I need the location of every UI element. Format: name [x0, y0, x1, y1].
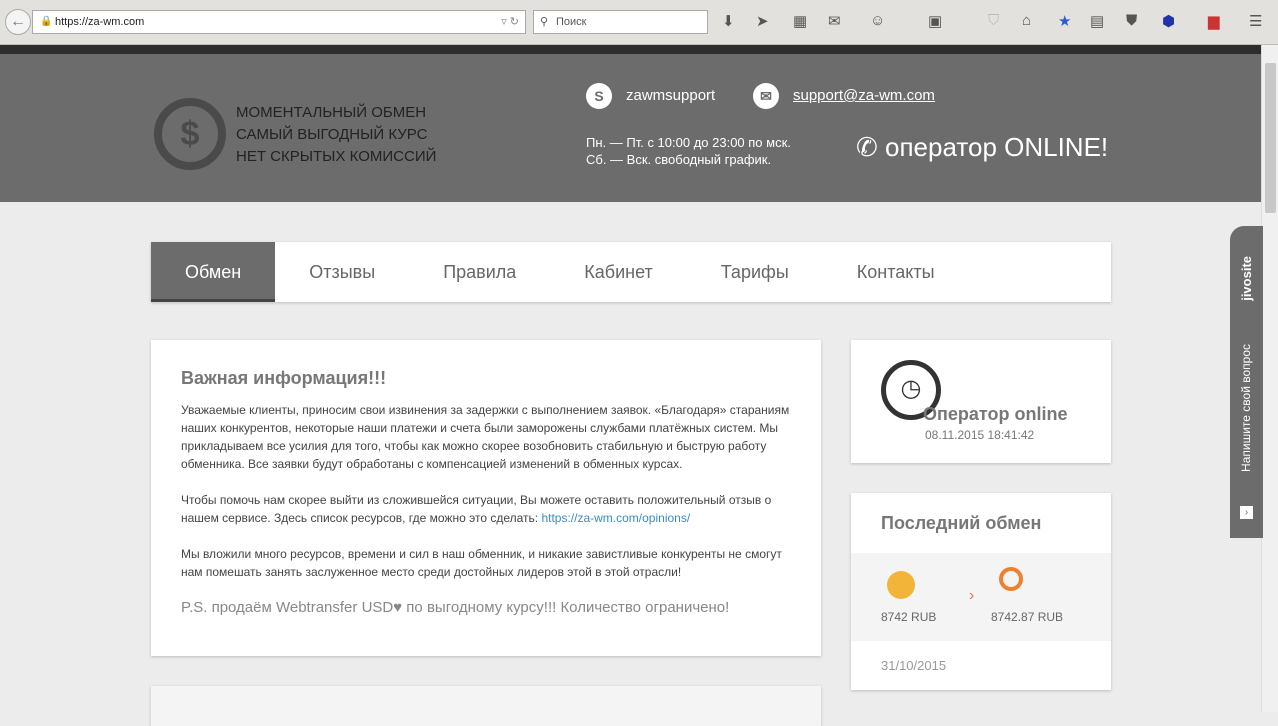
last-exchange-title: Последний обмен [881, 513, 1042, 533]
hours-weekend: Сб. — Вск. свободный график. [586, 152, 772, 167]
exchange-to-amount: 8742.87 RUB [991, 610, 1064, 624]
send-icon[interactable]: ➤ [756, 12, 769, 30]
jivosite-chat-widget[interactable]: jivosite Напишите свой вопрос › [1230, 226, 1263, 538]
tab-contacts[interactable]: Контакты [823, 242, 969, 302]
operator-text: оператор ONLINE! [885, 132, 1109, 162]
operator-time: 08.11.2015 18:41:42 [925, 428, 1035, 442]
info-paragraph: Уважаемые клиенты, приносим свои извинен… [181, 403, 790, 471]
lock-icon: 🔒 [40, 16, 53, 27]
exchange-date: 31/10/2015 [881, 658, 947, 673]
home-icon[interactable]: ⌂ [1022, 12, 1031, 29]
operator-card: ◷ Оператор online 08.11.2015 18:41:42 [851, 340, 1111, 463]
browser-toolbar: ← 🔒 https://za-wm.com ▿ ↻ ⚲ Поиск ⬇ ➤ ▦ ✉ ☺… [0, 0, 1278, 45]
bookmark-star-icon[interactable]: ★ [1058, 12, 1071, 30]
info-ps: P.S. продаём Webtransfer USD♥ по выгодно… [181, 599, 730, 616]
exchange-from-amount: 8742 RUB [881, 610, 937, 624]
working-hours: Пн. — Пт. с 10:00 до 23:00 по мск. Сб. —… [586, 134, 791, 168]
mail-icon: ✉ [753, 83, 779, 109]
adblock-icon[interactable]: ⬢ [1162, 12, 1175, 30]
last-exchange-card: Последний обмен 8742 RUB › 8742.87 RUB 3… [851, 493, 1111, 690]
shield-icon[interactable]: ⛉ [988, 12, 999, 29]
important-info-card: Важная информация!!! Уважаемые клиенты, … [151, 340, 821, 656]
scrollbar-thumb[interactable] [1265, 63, 1276, 213]
skype-handle[interactable]: zawmsupport [626, 87, 715, 104]
hours-weekdays: Пн. — Пт. с 10:00 до 23:00 по мск. [586, 135, 791, 150]
arrow-right-icon: › [969, 587, 975, 604]
back-button[interactable]: ← [5, 9, 31, 35]
phone-icon: ✆ [856, 132, 886, 162]
chat-icon: › [1240, 506, 1253, 519]
seo-icon[interactable]: ▣ [928, 12, 942, 30]
search-placeholder: Поиск [556, 16, 587, 28]
tab-cabinet[interactable]: Кабинет [550, 242, 686, 302]
search-icon: ⚲ [540, 16, 549, 28]
download-icon[interactable]: ⬇ [722, 12, 735, 30]
info-title: Важная информация!!! [181, 368, 387, 388]
opinions-link[interactable]: https://za-wm.com/opinions/ [541, 511, 690, 525]
top-strip [0, 45, 1261, 54]
skype-icon: S [586, 83, 612, 109]
clipboard-icon[interactable]: ▤ [1090, 12, 1104, 30]
site-header: $ МОМЕНТАЛЬНЫЙ ОБМЕН САМЫЙ ВЫГОДНЫЙ КУРС… [0, 54, 1261, 202]
tab-exchange[interactable]: Обмен [151, 242, 276, 302]
reload-icon[interactable]: ▿ ↻ [501, 11, 519, 33]
slogan: САМЫЙ ВЫГОДНЫЙ КУРС [236, 126, 428, 143]
operator-status-label: Оператор online [923, 404, 1068, 424]
info-paragraph: Мы вложили много ресурсов, времени и сил… [181, 547, 782, 579]
tab-tariffs[interactable]: Тарифы [687, 242, 823, 302]
extension-icon[interactable]: ▦ [793, 12, 807, 30]
slogan: МОМЕНТАЛЬНЫЙ ОБМЕН [236, 104, 427, 121]
url-text: https://za-wm.com [55, 16, 145, 28]
address-bar[interactable]: 🔒 https://za-wm.com ▿ ↻ [32, 10, 526, 34]
exchange-card [151, 686, 821, 726]
search-input[interactable]: ⚲ Поиск [533, 10, 708, 34]
main-nav: Обмен Отзывы Правила Кабинет Тарифы Конт… [151, 242, 1111, 302]
face-icon[interactable]: ☺ [870, 12, 885, 29]
logo-icon[interactable]: $ [154, 98, 226, 170]
slogan: НЕТ СКРЫТЫХ КОМИССИЙ [236, 148, 437, 165]
menu-icon[interactable]: ☰ [1249, 12, 1262, 30]
slogans: МОМЕНТАЛЬНЫЙ ОБМЕН САМЫЙ ВЫГОДНЫЙ КУРС Н… [236, 102, 436, 168]
qiwi-icon [999, 567, 1023, 591]
jivosite-logo: jivosite [1239, 256, 1254, 301]
webtransfer-icon [887, 571, 915, 599]
mail-icon[interactable]: ✉ [828, 12, 841, 30]
tab-reviews[interactable]: Отзывы [275, 242, 409, 302]
info-paragraph: Чтобы помочь нам скорее выйти из сложивш… [181, 491, 791, 527]
operator-status: ✆ оператор ONLINE! [856, 132, 1108, 163]
jivosite-cta[interactable]: Напишите свой вопрос [1239, 344, 1253, 472]
tab-rules[interactable]: Правила [409, 242, 550, 302]
flag-icon[interactable]: ▆ [1208, 12, 1220, 30]
scrollbar[interactable] [1261, 45, 1278, 712]
support-email-link[interactable]: support@za-wm.com [793, 87, 935, 104]
pocket-icon[interactable]: ⛊ [1126, 12, 1137, 29]
exchange-row: 8742 RUB › 8742.87 RUB [851, 553, 1111, 641]
